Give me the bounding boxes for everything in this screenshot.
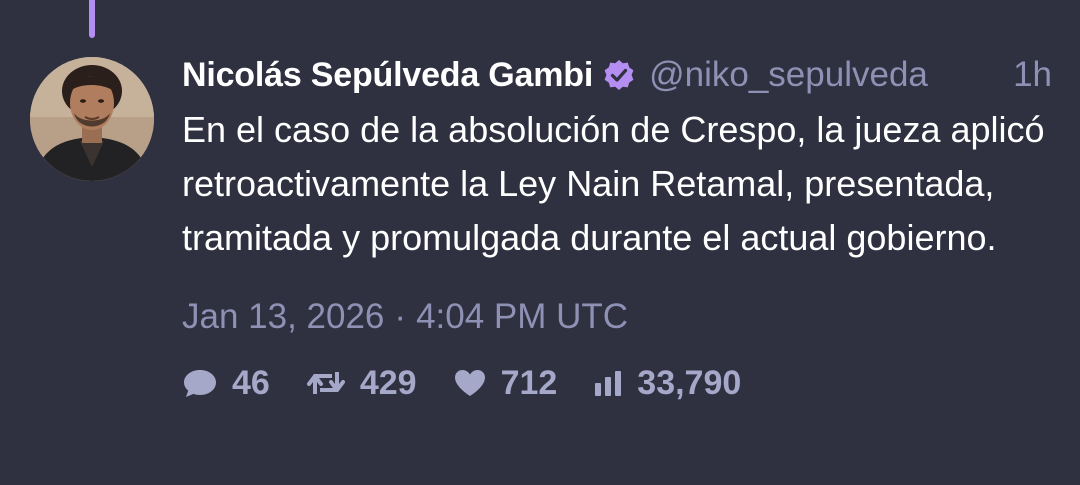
post-timestamp[interactable]: Jan 13, 2026 · 4:04 PM UTC — [182, 295, 1052, 339]
verified-badge-icon — [603, 59, 635, 91]
author-handle[interactable]: @niko_sepulveda — [649, 55, 928, 95]
post-date: Jan 13, 2026 — [182, 297, 385, 336]
avatar[interactable] — [30, 57, 154, 181]
post-text: En el caso de la absolución de Crespo, l… — [182, 109, 1045, 258]
author-display-name[interactable]: Nicolás Sepúlveda Gambi — [182, 56, 593, 95]
bar-chart-icon — [593, 369, 623, 397]
post-header: Nicolás Sepúlveda Gambi @niko_sepulveda … — [182, 52, 1052, 98]
relative-time[interactable]: 1h — [1013, 55, 1052, 95]
repost-button[interactable]: 429 — [306, 364, 417, 403]
post-time: 4:04 PM UTC — [416, 297, 629, 336]
view-count: 33,790 — [637, 363, 742, 402]
avatar-image — [30, 57, 154, 181]
timestamp-separator: · — [394, 297, 407, 336]
like-count: 712 — [500, 363, 558, 402]
heart-icon — [453, 368, 487, 398]
like-button[interactable]: 712 — [453, 363, 558, 403]
comment-icon — [182, 367, 218, 399]
reply-button[interactable]: 46 — [182, 364, 270, 403]
reply-count: 46 — [232, 363, 270, 402]
post-content: Nicolás Sepúlveda Gambi @niko_sepulveda … — [182, 52, 1052, 405]
views-button[interactable]: 33,790 — [593, 364, 741, 403]
thread-connector-line — [89, 0, 95, 38]
repost-icon — [306, 368, 346, 398]
engagement-stats: 46 429 712 33,790 — [182, 361, 1052, 405]
repost-count: 429 — [359, 363, 417, 402]
